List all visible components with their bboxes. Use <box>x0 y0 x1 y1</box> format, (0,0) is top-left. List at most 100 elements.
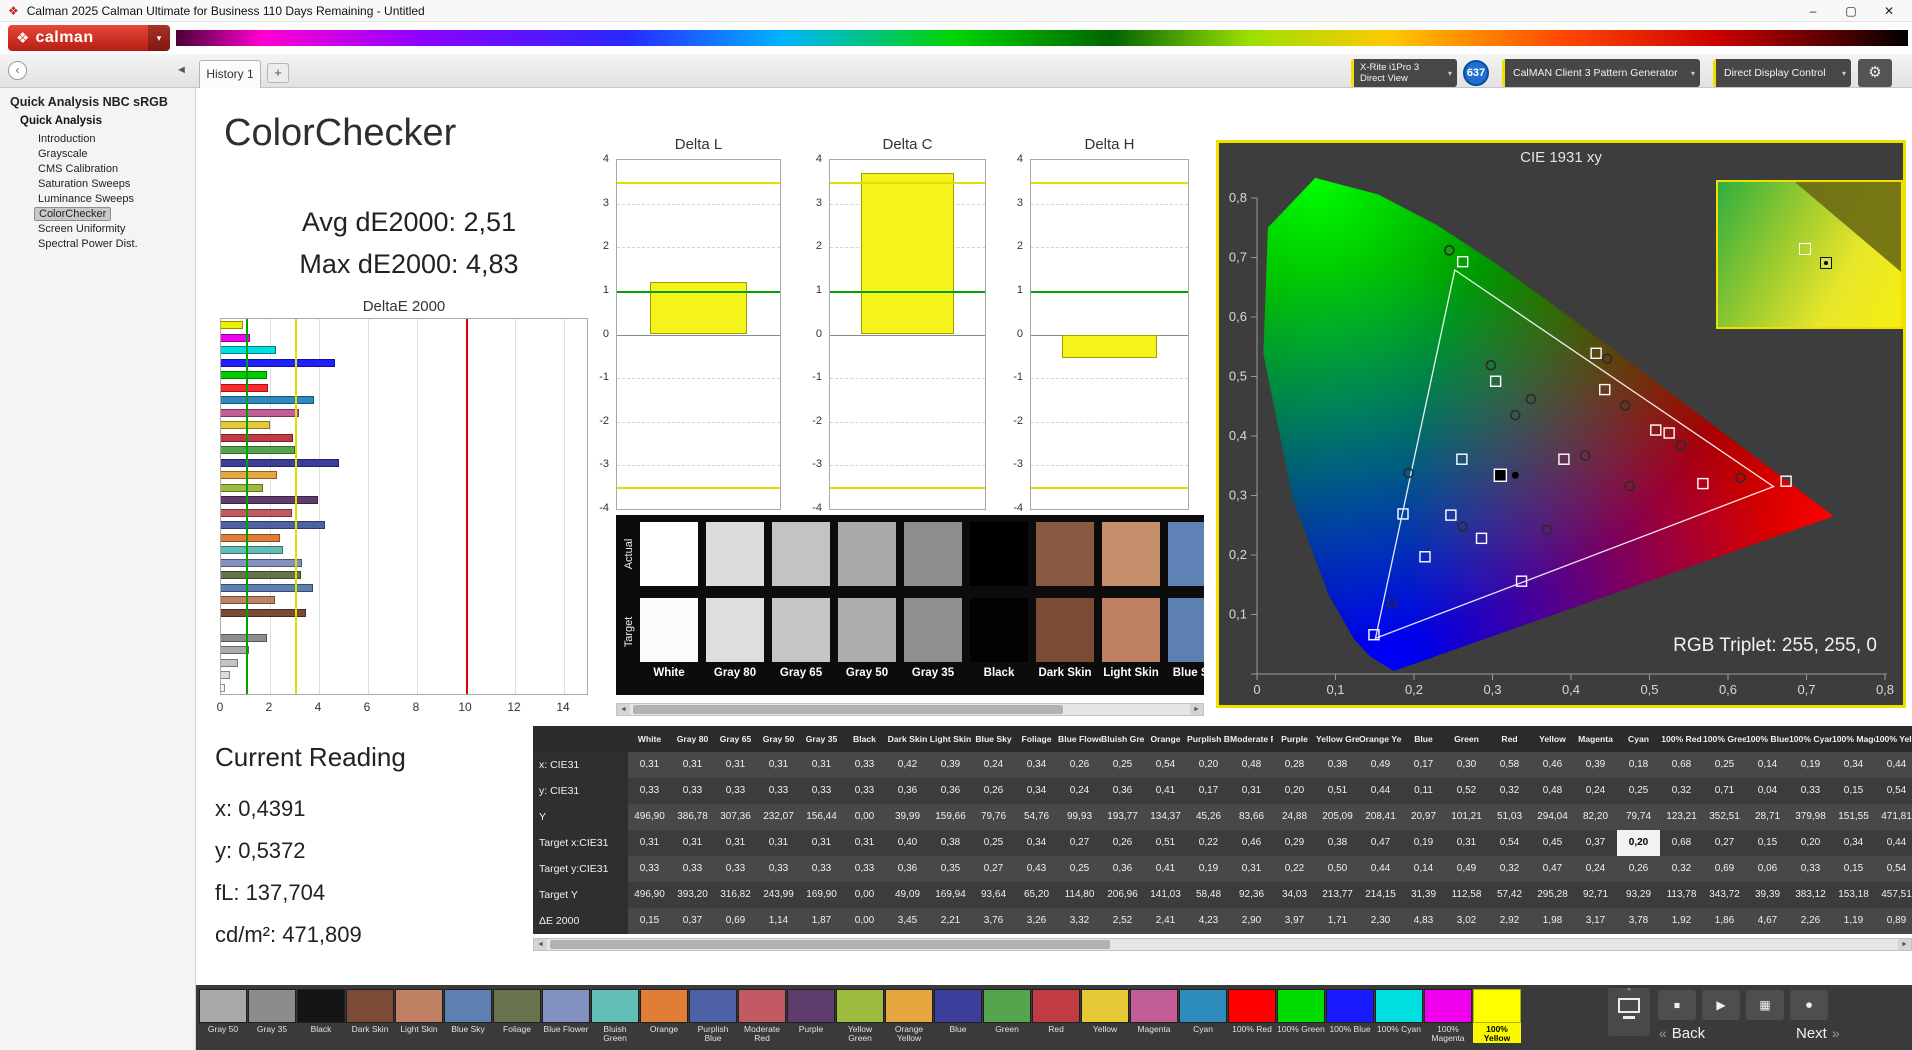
record-button[interactable]: ⏺ <box>1790 990 1828 1020</box>
scroll-right-icon[interactable]: ► <box>1190 704 1203 715</box>
pattern-patch-purple[interactable]: Purple <box>787 989 835 1043</box>
pattern-patch-yellow-green[interactable]: Yellow Green <box>836 989 884 1043</box>
column-header-light-skin: Light Skin <box>929 726 972 752</box>
pattern-patch-yellow[interactable]: Yellow <box>1081 989 1129 1043</box>
pattern-patch-blue[interactable]: Blue <box>934 989 982 1043</box>
table-cell: 0,31 <box>628 752 671 778</box>
pattern-patch-100-magenta[interactable]: 100% Magenta <box>1424 989 1472 1043</box>
table-cell: 92,36 <box>1230 882 1273 908</box>
patch-color-swatch <box>787 989 835 1023</box>
table-cell: 99,93 <box>1058 804 1101 830</box>
chevron-down-icon: ▾ <box>1842 69 1846 78</box>
pattern-patch-magenta[interactable]: Magenta <box>1130 989 1178 1043</box>
sidebar-item-luminance-sweeps[interactable]: Luminance Sweeps <box>34 192 138 206</box>
table-cell: 4,83 <box>1402 908 1445 934</box>
deltae-bar-blue <box>221 459 339 467</box>
table-cell: 4,23 <box>1187 908 1230 934</box>
gridline <box>830 378 985 379</box>
back-circle-button[interactable]: ‹ <box>8 61 27 80</box>
table-cell: 0,31 <box>757 752 800 778</box>
patch-label: Yellow Green <box>836 1023 884 1043</box>
pattern-patch-cyan[interactable]: Cyan <box>1179 989 1227 1043</box>
y-tick-label: 4 <box>589 152 609 166</box>
table-cell: 0,31 <box>800 752 843 778</box>
table-cell: 0,26 <box>1617 856 1660 882</box>
svg-text:0: 0 <box>1253 682 1260 697</box>
pattern-patch-moderate-red[interactable]: Moderate Red <box>738 989 786 1043</box>
swatch-scrollbar-thumb[interactable] <box>633 705 1063 714</box>
table-cell: 0,19 <box>1402 830 1445 856</box>
pattern-patch-100-red[interactable]: 100% Red <box>1228 989 1276 1043</box>
swatch-scrollbar[interactable]: ◄ ► <box>616 703 1204 716</box>
pattern-patch-gray-35[interactable]: Gray 35 <box>248 989 296 1043</box>
stop-button[interactable]: ⏹ <box>1658 990 1696 1020</box>
display-preview-button[interactable]: ⌃ <box>1608 988 1650 1036</box>
table-cell: 83,66 <box>1230 804 1273 830</box>
table-cell: 34,03 <box>1273 882 1316 908</box>
table-cell: 0,38 <box>1316 830 1359 856</box>
pattern-patch-dark-skin[interactable]: Dark Skin <box>346 989 394 1043</box>
pattern-patch-100-cyan[interactable]: 100% Cyan <box>1375 989 1423 1043</box>
bar-row <box>221 609 587 617</box>
calman-menu-button[interactable]: ❖ calman ▾ <box>8 25 170 51</box>
patch-color-swatch <box>1081 989 1129 1023</box>
table-cell: 0,69 <box>714 908 757 934</box>
pattern-patch-light-skin[interactable]: Light Skin <box>395 989 443 1043</box>
patch-color-swatch <box>542 989 590 1023</box>
table-scrollbar-thumb[interactable] <box>550 940 1110 949</box>
maximize-button[interactable]: ▢ <box>1832 0 1870 22</box>
x-tick-label: 0 <box>210 700 230 714</box>
pattern-patch-orange-yellow[interactable]: Orange Yellow <box>885 989 933 1043</box>
pattern-patch-gray-50[interactable]: Gray 50 <box>199 989 247 1043</box>
patch-label: Magenta <box>1130 1023 1178 1043</box>
y-tick-label: 2 <box>589 239 609 253</box>
table-cell: 0,68 <box>1660 752 1703 778</box>
table-cell: 0,31 <box>714 830 757 856</box>
table-cell: 159,66 <box>929 804 972 830</box>
sidebar-item-screen-uniformity[interactable]: Screen Uniformity <box>34 222 129 236</box>
pattern-patch-100-blue[interactable]: 100% Blue <box>1326 989 1374 1043</box>
svg-text:0,1: 0,1 <box>1326 682 1344 697</box>
sidebar-item-cms-calibration[interactable]: CMS Calibration <box>34 162 122 176</box>
tab-history-1[interactable]: History 1 <box>199 60 261 88</box>
play-button[interactable]: ▶ <box>1702 990 1740 1020</box>
pattern-patch-green[interactable]: Green <box>983 989 1031 1043</box>
table-cell: 0,19 <box>1789 752 1832 778</box>
minimize-button[interactable]: – <box>1794 0 1832 22</box>
sidebar-item-introduction[interactable]: Introduction <box>34 132 99 146</box>
pattern-patch-black[interactable]: Black <box>297 989 345 1043</box>
table-cell: 169,94 <box>929 882 972 908</box>
patch-label: Blue Sky <box>444 1023 492 1043</box>
sidebar-item-saturation-sweeps[interactable]: Saturation Sweeps <box>34 177 134 191</box>
next-button[interactable]: Next» <box>1796 1025 1845 1042</box>
display-control-dropdown[interactable]: Direct Display Control ▾ <box>1713 59 1851 87</box>
sidebar-item-grayscale[interactable]: Grayscale <box>34 147 92 161</box>
scroll-right-icon[interactable]: ► <box>1898 939 1911 950</box>
add-tab-button[interactable]: + <box>267 63 289 83</box>
measurement-count-badge: 637 <box>1463 60 1489 86</box>
sidebar-item-spectral-power-dist[interactable]: Spectral Power Dist. <box>34 237 142 251</box>
gear-icon[interactable]: ⚙ <box>1858 59 1892 87</box>
pattern-patch-orange[interactable]: Orange <box>640 989 688 1043</box>
meter-dropdown[interactable]: X-Rite i1Pro 3 Direct View ▾ <box>1351 59 1457 87</box>
sidebar-collapse-icon[interactable]: ◄ <box>176 64 187 76</box>
back-button[interactable]: «Back <box>1654 1025 1705 1042</box>
close-button[interactable]: ✕ <box>1870 0 1908 22</box>
pattern-patch-blue-flower[interactable]: Blue Flower <box>542 989 590 1043</box>
deltae-bar-moderate-red <box>221 509 292 517</box>
scroll-left-icon[interactable]: ◄ <box>617 704 630 715</box>
pattern-patch-foliage[interactable]: Foliage <box>493 989 541 1043</box>
table-cell: 0,33 <box>757 856 800 882</box>
pattern-generator-dropdown[interactable]: CalMAN Client 3 Pattern Generator ▾ <box>1502 59 1700 87</box>
table-scrollbar[interactable]: ◄ ► <box>533 938 1912 951</box>
sidebar-item-colorchecker[interactable]: ColorChecker <box>34 207 111 221</box>
pattern-window-button[interactable]: ▦ <box>1746 990 1784 1020</box>
pattern-patch-purplish-blue[interactable]: Purplish Blue <box>689 989 737 1043</box>
sidebar-item-quick-analysis[interactable]: Quick Analysis <box>20 115 102 127</box>
scroll-left-icon[interactable]: ◄ <box>534 939 547 950</box>
pattern-patch-red[interactable]: Red <box>1032 989 1080 1043</box>
pattern-patch-100-green[interactable]: 100% Green <box>1277 989 1325 1043</box>
pattern-patch-100-yellow[interactable]: 100% Yellow <box>1473 989 1521 1043</box>
pattern-patch-blue-sky[interactable]: Blue Sky <box>444 989 492 1043</box>
pattern-patch-bluish-green[interactable]: Bluish Green <box>591 989 639 1043</box>
